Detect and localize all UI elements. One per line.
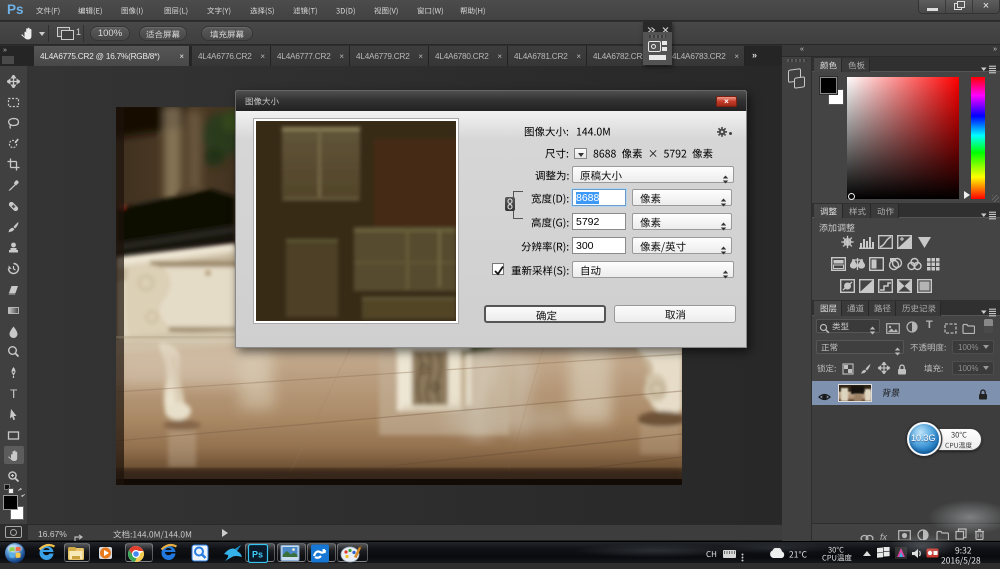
svg-text:Ps: Ps <box>252 550 263 560</box>
svg-text:T: T <box>10 387 18 400</box>
